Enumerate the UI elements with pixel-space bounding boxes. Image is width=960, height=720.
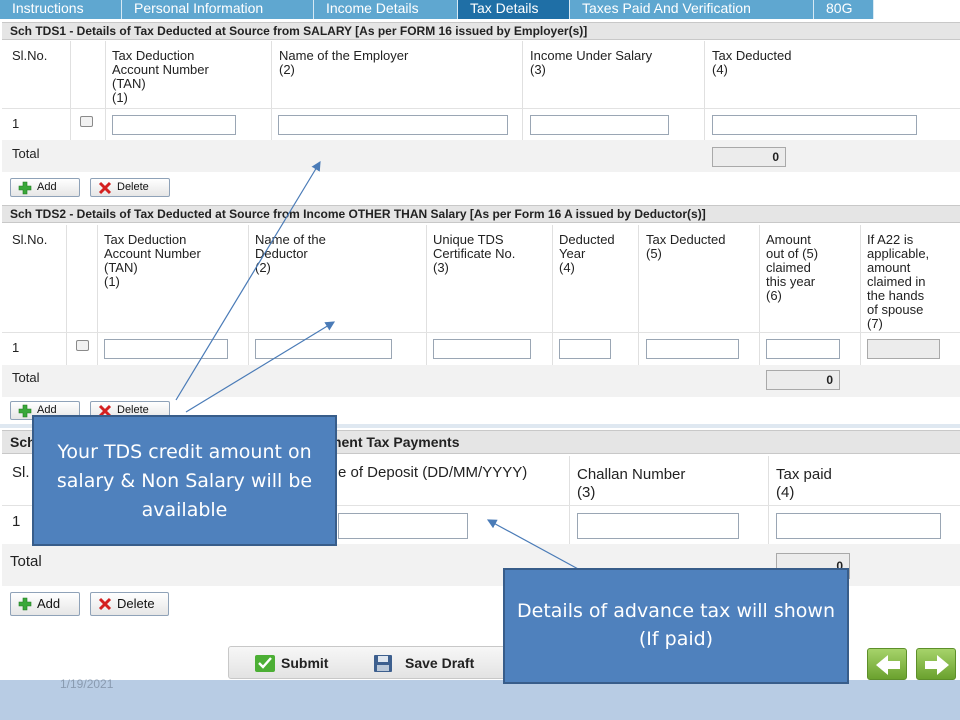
arrow-to-tds1: [175, 160, 321, 401]
arrow-to-advance-tax: [486, 519, 581, 571]
arrow-to-tds2: [185, 321, 336, 413]
advance-tax-callout: Details of advance tax will shown (If pa…: [503, 568, 849, 684]
tds-callout: Your TDS credit amount on salary & Non S…: [32, 415, 337, 546]
